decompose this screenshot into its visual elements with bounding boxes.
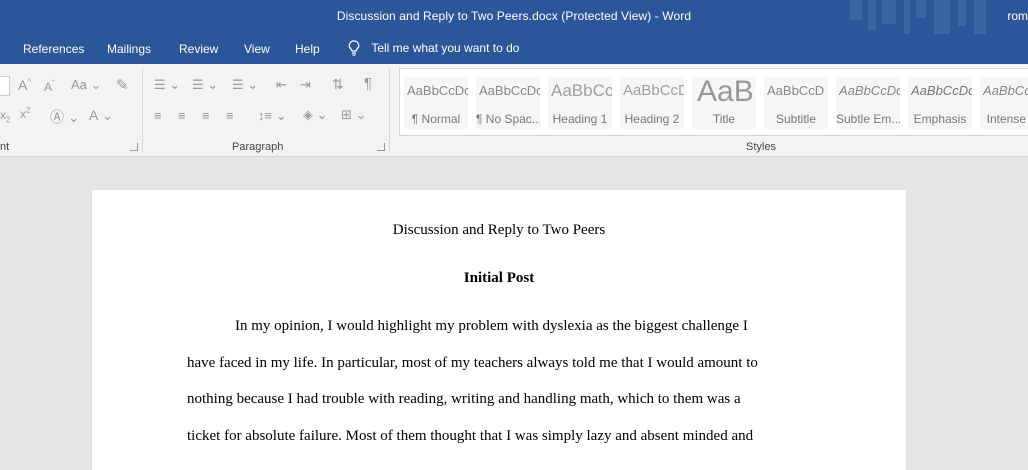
font-group-label: nt — [0, 141, 10, 153]
increase-indent-icon[interactable]: ⇥ — [300, 77, 311, 93]
shading-icon[interactable]: ◈ ⌄ — [303, 107, 328, 123]
style-label: Subtitle — [775, 112, 817, 126]
text-effects-icon[interactable]: Ⓐ ⌄ — [50, 107, 80, 127]
paragraph-group-label: Paragraph — [232, 141, 284, 153]
style-normal[interactable]: AaBbCcDc ¶ Normal — [404, 77, 468, 129]
multilevel-list-icon[interactable]: ☰ ⌄ — [232, 77, 258, 93]
decrease-indent-icon[interactable]: ⇤ — [276, 77, 287, 93]
borders-icon[interactable]: ⊞ ⌄ — [341, 107, 366, 123]
grow-font-icon[interactable]: A^ — [18, 77, 31, 93]
subscript-icon[interactable]: x2 — [0, 108, 10, 124]
show-formatting-icon[interactable]: ¶ — [364, 75, 372, 92]
style-label: Title — [712, 112, 736, 126]
justify-icon[interactable]: ≡ — [226, 108, 234, 123]
styles-gallery: AaBbCcDc ¶ Normal AaBbCcDc ¶ No Spac... … — [399, 68, 1028, 136]
style-emphasis[interactable]: AaBbCcDc Emphasis — [908, 77, 972, 129]
style-preview: AaBbCcDc — [479, 83, 540, 98]
superscript-icon[interactable]: x2 — [20, 106, 30, 121]
style-label: Heading 2 — [624, 112, 680, 126]
document-heading: Initial Post — [463, 270, 535, 286]
tab-view[interactable]: View — [244, 42, 270, 56]
group-divider — [142, 68, 143, 152]
document-title: Discussion and Reply to Two Peers — [392, 222, 606, 238]
clear-formatting-icon[interactable]: ✎ — [116, 76, 129, 94]
style-intense-emphasis[interactable]: AaBbCcDc Intense E — [980, 77, 1028, 129]
align-right-icon[interactable]: ≡ — [202, 108, 210, 123]
document-canvas: Discussion and Reply to Two Peers Initia… — [0, 157, 1028, 470]
font-color-icon[interactable]: A ⌄ — [89, 107, 113, 124]
line-spacing-icon[interactable]: ↕≡ ⌄ — [258, 108, 287, 124]
style-title[interactable]: AaB Title — [692, 77, 756, 129]
style-label: Subtle Em... — [836, 112, 900, 126]
style-heading-1[interactable]: AaBbCc Heading 1 — [548, 77, 612, 129]
paragraph-line: In my opinion, I would highlight my prob… — [235, 318, 748, 334]
tab-mailings[interactable]: Mailings — [107, 42, 151, 56]
tab-help[interactable]: Help — [295, 42, 320, 56]
font-size-box[interactable] — [0, 76, 10, 96]
style-label: Intense E — [986, 112, 1028, 126]
ribbon-tabs: References Mailings Review View Help Tel… — [0, 34, 1028, 64]
lightbulb-icon — [348, 40, 360, 56]
styles-group-label: Styles — [746, 141, 776, 153]
tell-me-search[interactable]: Tell me what you want to do — [348, 40, 519, 56]
style-label: Heading 1 — [552, 112, 608, 126]
align-left-icon[interactable]: ≡ — [154, 108, 162, 123]
paragraph-dialog-launcher-icon[interactable] — [377, 143, 385, 151]
style-preview: AaBbCcDc — [407, 83, 468, 98]
window-title: Discussion and Reply to Two Peers.docx (… — [336, 9, 692, 23]
style-label: ¶ Normal — [411, 112, 461, 126]
style-subtitle[interactable]: AaBbCcD Subtitle — [764, 77, 828, 129]
style-preview: AaBbCcDc — [839, 83, 900, 98]
paragraph-line: have faced in my life. In particular, mo… — [187, 355, 758, 371]
style-no-spacing[interactable]: AaBbCcDc ¶ No Spac... — [476, 77, 540, 129]
style-preview: AaB — [697, 77, 754, 108]
style-preview: AaBbCcDc — [911, 83, 972, 98]
font-dialog-launcher-icon[interactable] — [130, 143, 138, 151]
group-divider — [389, 68, 390, 152]
style-label: Emphasis — [913, 112, 967, 126]
tab-references[interactable]: References — [23, 42, 84, 56]
style-heading-2[interactable]: AaBbCcD Heading 2 — [620, 77, 684, 129]
shrink-font-icon[interactable]: Aˇ — [44, 79, 55, 94]
bullets-icon[interactable]: ☰ ⌄ — [154, 77, 180, 93]
title-bar: Discussion and Reply to Two Peers.docx (… — [0, 0, 1028, 34]
style-preview: AaBbCcD — [623, 82, 684, 99]
align-center-icon[interactable]: ≡ — [178, 108, 186, 123]
tab-review[interactable]: Review — [179, 42, 218, 56]
sort-icon[interactable]: ⇅ — [332, 76, 344, 93]
numbering-icon[interactable]: ☰ ⌄ — [192, 77, 218, 93]
style-preview: AaBbCcDc — [983, 83, 1028, 98]
style-label: ¶ No Spac... — [476, 112, 540, 126]
tell-me-label: Tell me what you want to do — [371, 41, 520, 55]
paragraph-line: ticket for absolute failure. Most of the… — [187, 428, 754, 444]
style-preview: AaBbCcD — [767, 83, 825, 98]
paragraph-line: nothing because I had trouble with readi… — [187, 391, 741, 407]
change-case-icon[interactable]: Aa ⌄ — [71, 77, 101, 93]
document-page[interactable]: Discussion and Reply to Two Peers Initia… — [92, 190, 906, 470]
user-name[interactable]: rom — [1007, 9, 1028, 23]
ribbon: A^ Aˇ Aa ⌄ ✎ x2 x2 Ⓐ ⌄ A ⌄ nt ☰ ⌄ ☰ ⌄ ☰ … — [0, 64, 1028, 157]
style-preview: AaBbCc — [551, 81, 612, 100]
style-subtle-emphasis[interactable]: AaBbCcDc Subtle Em... — [836, 77, 900, 129]
